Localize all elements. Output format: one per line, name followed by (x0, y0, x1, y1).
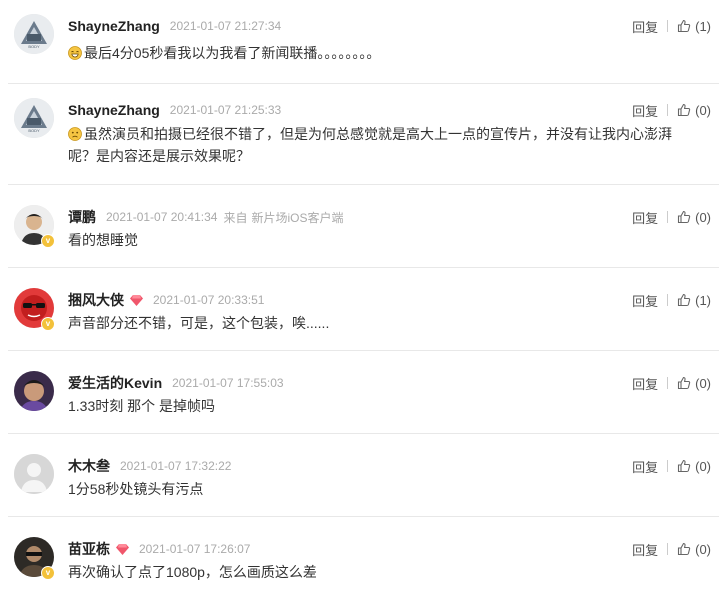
comment-text: 声音部分还不错，可是，这个包装，唉...... (68, 315, 330, 331)
comment-item: v 苗亚栋 2021-01-07 17:26:07 回复 (0) 再次确认了点了… (8, 517, 719, 597)
username[interactable]: 爱生活的Kevin (68, 373, 162, 393)
like-count: (1) (695, 292, 711, 308)
comment-text: 最后4分05秒看我以为我看了新闻联播。。。。。。。。 (84, 45, 381, 61)
username[interactable]: ShayneZhang (68, 102, 160, 118)
like-count: (0) (695, 209, 711, 225)
divider (667, 543, 669, 555)
timestamp: 2021-01-07 21:27:34 (169, 19, 282, 33)
comment-item: BODY ShayneZhang 2021-01-07 21:25:33 回复 … (8, 84, 719, 185)
diamond-icon (116, 543, 129, 555)
diamond-icon (130, 294, 143, 306)
timestamp: 2021-01-07 20:33:51 (153, 293, 265, 307)
verified-badge: v (41, 317, 55, 331)
like-count: (0) (695, 375, 711, 391)
thumbs-up-icon (678, 376, 691, 390)
reply-button[interactable]: 回复 (632, 208, 658, 227)
comment-item: 爱生活的Kevin 2021-01-07 17:55:03 回复 (0) 1.3… (8, 351, 719, 434)
divider (667, 211, 669, 223)
timestamp: 2021-01-07 17:55:03 (172, 376, 284, 390)
like-button[interactable]: (0) (677, 376, 711, 391)
username[interactable]: 谭鹏 (68, 207, 96, 227)
comment-item: v 捆风大侠 2021-01-07 20:33:51 回复 (1) 声音部分还不… (8, 268, 719, 351)
like-count: (0) (695, 102, 711, 118)
verified-badge: v (41, 566, 55, 580)
divider (667, 104, 669, 116)
thumbs-up-icon (678, 103, 691, 117)
username[interactable]: 木木叁 (68, 456, 110, 476)
timestamp: 2021-01-07 21:25:33 (169, 103, 282, 117)
comment-text: 再次确认了点了1080p，怎么画质这么差 (68, 564, 317, 580)
comment-item: v 谭鹏 2021-01-07 20:41:34 来自 新片场iOS客户端 回复… (8, 185, 719, 268)
timestamp: 2021-01-07 20:41:34 (106, 210, 218, 224)
svg-text:BODY: BODY (28, 44, 40, 49)
divider (667, 294, 669, 306)
comment-item: BODY ShayneZhang 2021-01-07 21:27:34 回复 … (8, 0, 719, 84)
avatar[interactable] (14, 371, 54, 411)
comment-list: BODY ShayneZhang 2021-01-07 21:27:34 回复 … (0, 0, 727, 597)
comment-text: 1分58秒处镜头有污点 (68, 481, 204, 497)
username[interactable]: 捆风大侠 (68, 290, 124, 310)
reply-button[interactable]: 回复 (632, 540, 658, 559)
reply-button[interactable]: 回复 (632, 291, 658, 310)
like-count: (0) (695, 458, 711, 474)
divider (667, 20, 669, 32)
avatar[interactable]: BODY (14, 98, 54, 138)
avatar[interactable]: BODY (14, 14, 54, 54)
frown-emoji-icon (68, 127, 82, 141)
like-button[interactable]: (1) (677, 19, 711, 34)
comment-text: 看的想睡觉 (68, 232, 138, 248)
reply-button[interactable]: 回复 (632, 374, 658, 393)
avatar[interactable] (14, 454, 54, 494)
verified-badge: v (41, 234, 55, 248)
like-button[interactable]: (0) (677, 210, 711, 225)
like-button[interactable]: (1) (677, 293, 711, 308)
grin-emoji-icon (68, 46, 82, 60)
timestamp: 2021-01-07 17:32:22 (120, 459, 232, 473)
username[interactable]: 苗亚栋 (68, 539, 110, 559)
timestamp: 2021-01-07 17:26:07 (139, 542, 251, 556)
username[interactable]: ShayneZhang (68, 18, 160, 34)
thumbs-up-icon (678, 542, 691, 556)
thumbs-up-icon (678, 459, 691, 473)
thumbs-up-icon (678, 19, 691, 33)
like-count: (1) (695, 18, 711, 34)
comment-item: 木木叁 2021-01-07 17:32:22 回复 (0) 1分58秒处镜头有… (8, 434, 719, 517)
thumbs-up-icon (678, 210, 691, 224)
source-prefix: 来自 (223, 210, 248, 225)
thumbs-up-icon (678, 293, 691, 307)
reply-button[interactable]: 回复 (632, 457, 658, 476)
like-button[interactable]: (0) (677, 103, 711, 118)
reply-button[interactable]: 回复 (632, 101, 658, 120)
divider (667, 377, 669, 389)
source-client-link[interactable]: 新片场iOS客户端 (251, 209, 343, 226)
like-button[interactable]: (0) (677, 542, 711, 557)
reply-button[interactable]: 回复 (632, 17, 658, 36)
like-count: (0) (695, 541, 711, 557)
like-button[interactable]: (0) (677, 459, 711, 474)
svg-text:BODY: BODY (28, 128, 40, 133)
comment-text: 虽然演员和拍摄已经很不错了，但是为何总感觉就是高大上一点的宣传片，并没有让我内心… (68, 126, 672, 164)
divider (667, 460, 669, 472)
comment-text: 1.33时刻 那个 是掉帧吗 (68, 398, 216, 414)
